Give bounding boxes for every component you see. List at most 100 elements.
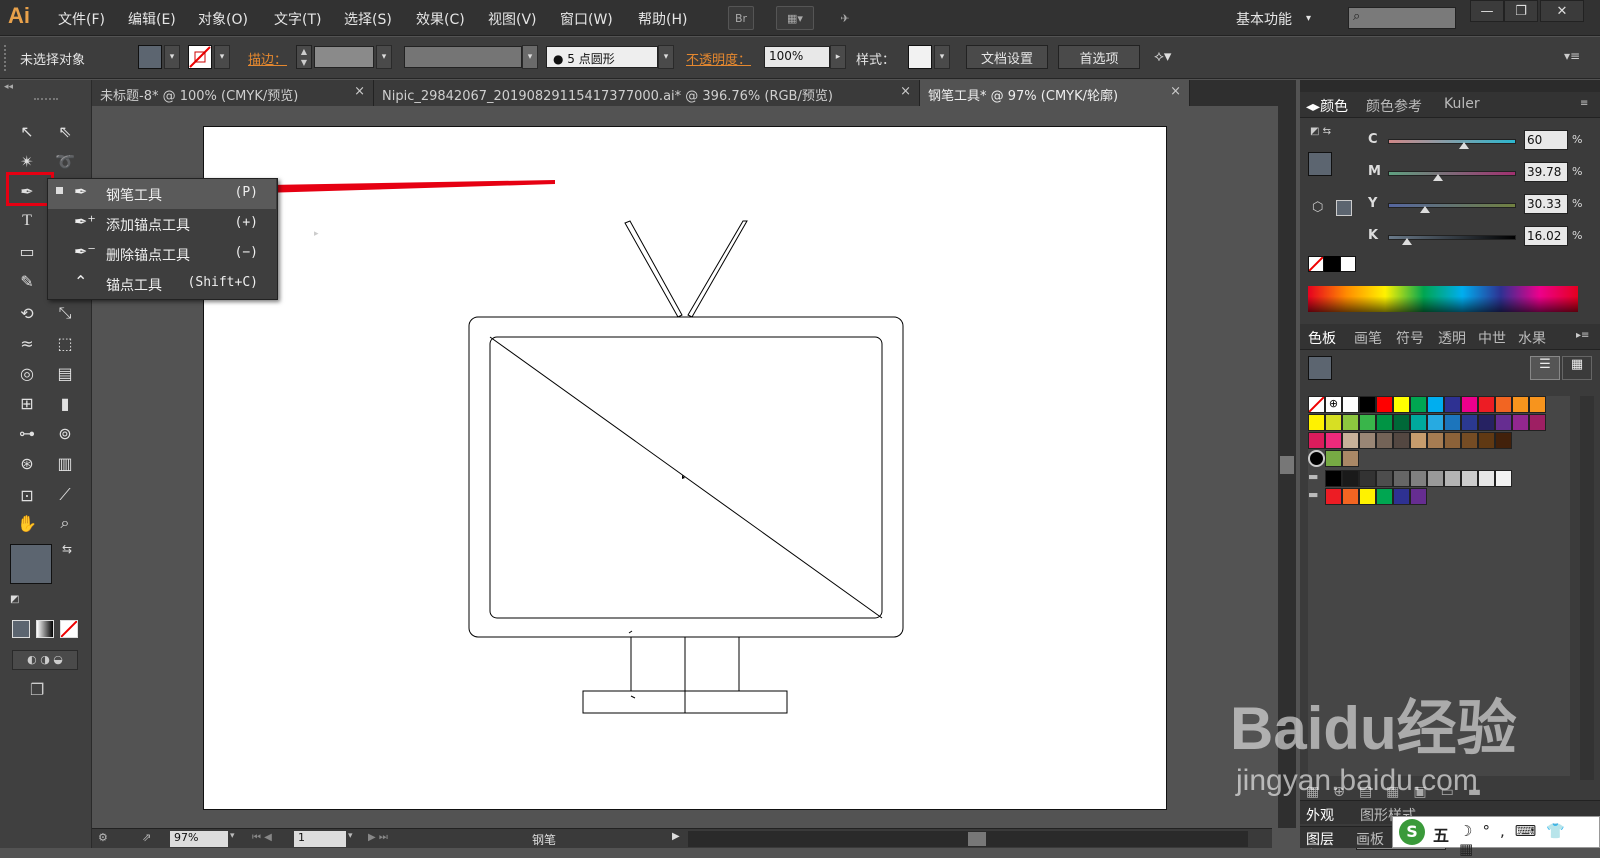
swap-colors-icon[interactable]: ⇆ — [62, 542, 72, 556]
artboard-number-field[interactable]: 1 — [294, 831, 346, 847]
color-swatch[interactable] — [1495, 414, 1512, 431]
color-spectrum[interactable] — [1308, 286, 1578, 312]
color-swatch[interactable] — [1308, 432, 1325, 449]
perspective-grid-tool-icon[interactable]: ▤ — [52, 360, 78, 386]
color-swatch[interactable] — [1342, 414, 1359, 431]
default-colors-icon[interactable]: ◩ — [10, 594, 19, 605]
registration-swatch[interactable]: ⊕ — [1325, 396, 1342, 413]
paintbrush-tool-icon[interactable]: ✎ — [14, 268, 40, 294]
ime-toolbar[interactable]: S 五 ☽°,⌨👕▦ — [1392, 816, 1600, 858]
scale-tool-icon[interactable]: ⤡ — [52, 300, 78, 326]
color-swatch[interactable] — [1427, 396, 1444, 413]
workspace-switcher[interactable]: 基本功能 — [1236, 9, 1292, 29]
flyout-item-add-anchor[interactable]: ✒⁺ 添加锚点工具 (+) — [48, 209, 276, 239]
restore-button[interactable]: ❐ — [1504, 0, 1538, 22]
graphic-style-swatch[interactable] — [908, 45, 932, 69]
flyout-item-anchor-point[interactable]: ⌃ 锚点工具 (Shift+C) — [48, 269, 276, 299]
status-menu-icon[interactable]: ▶ — [672, 831, 680, 842]
color-mode-icon[interactable] — [12, 620, 30, 638]
width-tool-icon[interactable]: ≈ — [14, 330, 40, 356]
tab-kuler[interactable]: Kuler — [1444, 96, 1480, 112]
tab-medieval[interactable]: 中世 — [1478, 328, 1506, 348]
color-swatch[interactable] — [1342, 470, 1359, 487]
color-swatch[interactable] — [1376, 470, 1393, 487]
none-color-icon[interactable] — [1308, 256, 1324, 272]
color-swatch[interactable] — [1359, 470, 1376, 487]
pattern-swatch[interactable] — [1342, 450, 1359, 467]
slider-thumb[interactable] — [1402, 238, 1412, 245]
color-swatch[interactable] — [1359, 414, 1376, 431]
gradient-tool-icon[interactable]: ▮ — [52, 390, 78, 416]
color-swatch[interactable] — [1461, 414, 1478, 431]
color-swatch[interactable] — [1410, 488, 1427, 505]
artboard-options-icon[interactable]: ⚙ — [98, 831, 108, 844]
shape-builder-tool-icon[interactable]: ◎ — [14, 360, 40, 386]
color-swatch[interactable] — [1393, 488, 1410, 505]
pattern-swatch[interactable] — [1308, 450, 1325, 467]
black-color-chip[interactable] — [1324, 256, 1340, 272]
tab-brushes[interactable]: 画笔 — [1354, 328, 1382, 348]
close-icon[interactable]: × — [1170, 84, 1181, 99]
blend-tool-icon[interactable]: ⊚ — [52, 420, 78, 446]
color-swatch[interactable] — [1342, 488, 1359, 505]
draw-mode-icons[interactable]: ◐ ◑ ◒ — [12, 650, 78, 670]
opacity-input[interactable]: 100% — [764, 46, 830, 68]
screen-mode-icon[interactable]: ❐ — [30, 680, 44, 699]
ime-tool-icons[interactable]: ☽°,⌨👕▦ — [1459, 822, 1599, 858]
arrange-documents-icon[interactable]: ▦▾ — [776, 6, 814, 30]
color-swatch[interactable] — [1376, 488, 1393, 505]
color-swatch[interactable] — [1427, 470, 1444, 487]
color-swatch[interactable] — [1444, 414, 1461, 431]
color-swatch[interactable] — [1478, 470, 1495, 487]
tearoff-icon[interactable]: ▸ — [314, 229, 319, 239]
color-swatch[interactable] — [1376, 414, 1393, 431]
tab-color[interactable]: ◂▸颜色 — [1306, 96, 1348, 116]
chevron-down-icon[interactable]: ▾ — [1306, 13, 1311, 24]
flyout-item-pen-tool[interactable]: ✒ 钢笔工具 (P) — [48, 179, 276, 209]
brush-dropdown[interactable]: ▾ — [658, 45, 674, 69]
color-swatch[interactable] — [1495, 470, 1512, 487]
scroll-thumb[interactable] — [1280, 456, 1294, 474]
slider-thumb[interactable] — [1459, 142, 1469, 149]
color-swatch[interactable] — [1342, 432, 1359, 449]
color-swatch[interactable] — [1444, 432, 1461, 449]
menu-help[interactable]: 帮助(H) — [638, 9, 687, 29]
tab-swatches[interactable]: 色板 — [1308, 328, 1336, 348]
color-swatch[interactable] — [1461, 470, 1478, 487]
opacity-dropdown[interactable]: ▸ — [830, 45, 846, 69]
color-swatch[interactable] — [1393, 432, 1410, 449]
slider-thumb[interactable] — [1433, 174, 1443, 181]
yellow-input[interactable]: 30.33 — [1524, 194, 1568, 214]
color-swatch[interactable] — [1308, 414, 1325, 431]
next-artboard-icon[interactable]: ▶ ⏭ — [368, 832, 388, 843]
none-swatch[interactable] — [1308, 396, 1325, 413]
style-dropdown[interactable]: ▾ — [934, 45, 950, 69]
color-swatch[interactable] — [1461, 396, 1478, 413]
symbol-sprayer-tool-icon[interactable]: ⊛ — [14, 450, 40, 476]
list-view-icon[interactable]: ☰ — [1530, 356, 1560, 380]
tab-artboards[interactable]: 画板 — [1356, 829, 1384, 849]
color-swatch[interactable] — [1393, 470, 1410, 487]
document-setup-button[interactable]: 文档设置 — [966, 45, 1048, 69]
tab-pen-tool[interactable]: 钢笔工具* @ 97% (CMYK/轮廓) × — [920, 80, 1190, 106]
mesh-tool-icon[interactable]: ⊞ — [14, 390, 40, 416]
color-swatch[interactable] — [1342, 396, 1359, 413]
search-input[interactable]: ⌕ — [1348, 7, 1456, 29]
cyan-input[interactable]: 60 — [1524, 130, 1568, 150]
color-swatch[interactable] — [1427, 432, 1444, 449]
panel-menu-icon[interactable]: ▾≡ — [1564, 49, 1580, 63]
panel-menu-icon[interactable]: ≡ — [1580, 98, 1588, 109]
color-swatch[interactable] — [1393, 414, 1410, 431]
color-swatch[interactable] — [1461, 432, 1478, 449]
tab-symbols[interactable]: 符号 — [1396, 328, 1424, 348]
gradient-mode-icon[interactable] — [36, 620, 54, 638]
color-swatch[interactable] — [1359, 396, 1376, 413]
grid-view-icon[interactable]: ▦ — [1562, 356, 1592, 380]
tab-transparency[interactable]: 透明 — [1438, 328, 1466, 348]
folder-icon[interactable]: ▬ — [1308, 470, 1324, 486]
yellow-slider[interactable] — [1388, 203, 1516, 208]
flyout-item-delete-anchor[interactable]: ✒⁻ 删除锚点工具 (−) — [48, 239, 276, 269]
minimize-button[interactable]: — — [1470, 0, 1504, 22]
measure-tool-icon[interactable]: ⊶ — [14, 420, 40, 446]
tab-layers[interactable]: 图层 — [1306, 829, 1334, 849]
